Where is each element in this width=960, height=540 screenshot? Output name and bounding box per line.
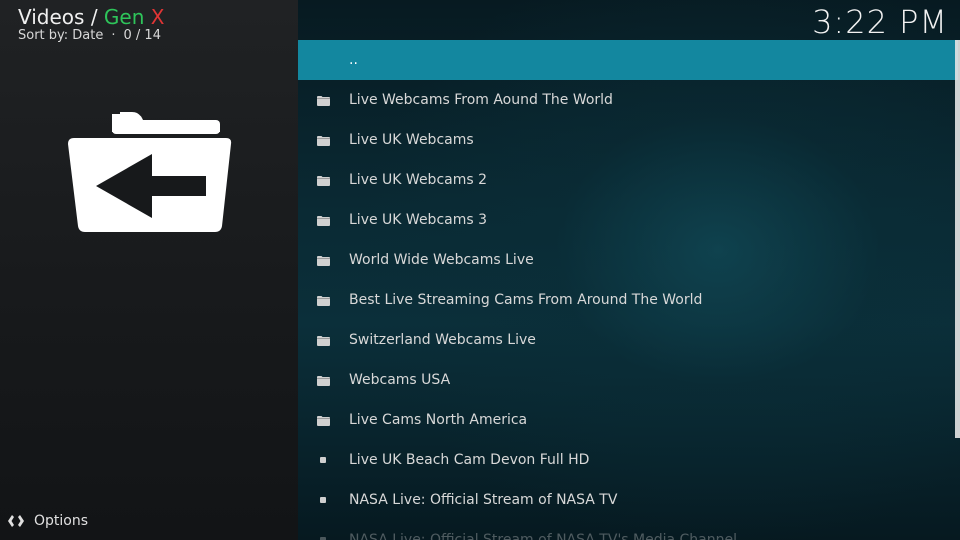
title-accent-2: X xyxy=(150,5,165,29)
list-item[interactable]: Live UK Beach Cam Devon Full HD xyxy=(298,440,958,480)
list-item[interactable]: World Wide Webcams Live xyxy=(298,240,958,280)
options-icon xyxy=(6,511,26,531)
list-item-label: Live UK Webcams xyxy=(349,132,474,148)
folder-icon xyxy=(316,294,330,306)
list-item-label: Live Webcams From Aound The World xyxy=(349,92,613,108)
list-item-label: Best Live Streaming Cams From Around The… xyxy=(349,292,703,308)
clock: 3:22 PM xyxy=(812,3,948,41)
list-item[interactable]: Live UK Webcams 3 xyxy=(298,200,958,240)
list-item[interactable]: Live UK Webcams xyxy=(298,120,958,160)
bullet-icon xyxy=(316,494,330,506)
position-counter: 0 / 14 xyxy=(123,28,161,43)
list-item[interactable]: NASA Live: Official Stream of NASA TV xyxy=(298,480,958,520)
folder-back-icon xyxy=(68,110,232,234)
options-label: Options xyxy=(34,513,89,529)
list-item-parent[interactable]: .. xyxy=(298,40,958,80)
folder-icon xyxy=(316,374,330,386)
title-accent: Gen xyxy=(103,5,145,29)
list-item-label: .. xyxy=(349,52,358,68)
folder-icon xyxy=(316,134,330,146)
list-item[interactable]: Live Cams North America xyxy=(298,400,958,440)
list-item-label: NASA Live: Official Stream of NASA TV's … xyxy=(349,532,738,540)
sort-info: Sort by: Date · 0 / 14 xyxy=(18,28,161,44)
separator-dot: · xyxy=(111,28,116,43)
list-item-label: NASA Live: Official Stream of NASA TV xyxy=(349,492,618,508)
list-item-label: Switzerland Webcams Live xyxy=(349,332,536,348)
sort-label: Sort by: Date xyxy=(18,28,104,43)
list-item-label: Live UK Beach Cam Devon Full HD xyxy=(349,452,590,468)
list-item[interactable]: Best Live Streaming Cams From Around The… xyxy=(298,280,958,320)
list-item-label: World Wide Webcams Live xyxy=(349,252,534,268)
file-list: .. Live Webcams From Aound The World Liv… xyxy=(298,40,958,540)
left-panel: Videos / Gen X Sort by: Date · 0 / 14 Op… xyxy=(0,0,298,540)
title-separator: / xyxy=(84,5,104,29)
folder-icon xyxy=(316,414,330,426)
page-title: Videos / Gen X xyxy=(18,4,164,30)
folder-icon xyxy=(316,334,330,346)
folder-icon xyxy=(316,254,330,266)
folder-back-icon-svg xyxy=(68,112,232,232)
options-button[interactable]: Options xyxy=(6,510,88,532)
list-item-label: Live UK Webcams 2 xyxy=(349,172,488,188)
scrollbar[interactable] xyxy=(955,40,960,438)
folder-icon xyxy=(316,94,330,106)
list-item-label: Live UK Webcams 3 xyxy=(349,212,488,228)
list-item[interactable]: Live Webcams From Aound The World xyxy=(298,80,958,120)
title-prefix: Videos xyxy=(18,5,85,29)
list-item[interactable]: Webcams USA xyxy=(298,360,958,400)
list-item[interactable]: Switzerland Webcams Live xyxy=(298,320,958,360)
list-item[interactable]: Live UK Webcams 2 xyxy=(298,160,958,200)
list-item[interactable]: NASA Live: Official Stream of NASA TV's … xyxy=(298,520,958,540)
bullet-icon xyxy=(316,454,330,466)
bullet-icon xyxy=(316,534,330,540)
list-item-label: Live Cams North America xyxy=(349,412,528,428)
kodi-video-browser: Videos / Gen X Sort by: Date · 0 / 14 Op… xyxy=(0,0,960,540)
list-item-label: Webcams USA xyxy=(349,372,451,388)
folder-icon xyxy=(316,174,330,186)
folder-icon xyxy=(316,214,330,226)
